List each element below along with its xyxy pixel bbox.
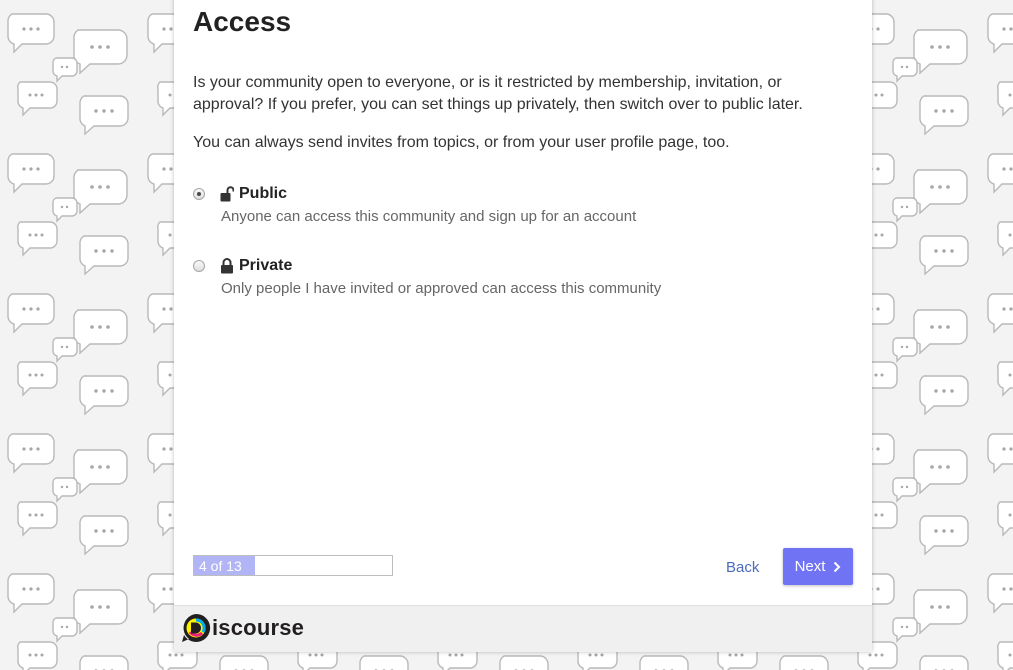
option-public-description: Anyone can access this community and sig…: [221, 208, 637, 225]
invite-hint: You can always send invites from topics,…: [193, 134, 730, 151]
option-public-title: Public: [239, 185, 288, 202]
private-radio[interactable]: [193, 260, 205, 272]
chevron-right-icon: [834, 561, 841, 572]
option-public-header: Public: [220, 185, 287, 203]
discourse-logo-icon: [182, 613, 211, 642]
step-title: Access: [193, 6, 292, 37]
next-button[interactable]: Next: [783, 548, 853, 585]
option-private-title: Private: [239, 257, 293, 274]
unlock-icon: [220, 186, 234, 202]
next-button-label: Next: [794, 558, 826, 575]
option-private-description: Only people I have invited or approved c…: [221, 280, 662, 297]
discourse-logo-text: iscourse: [212, 615, 305, 640]
step-progress-bar: 4 of 13: [193, 555, 393, 576]
back-button[interactable]: Back: [726, 559, 759, 576]
step-description: Is your community open to everyone, or i…: [193, 74, 803, 113]
wizard-footer: iscourse: [174, 605, 872, 652]
public-radio[interactable]: [193, 188, 205, 200]
progress-label: 4 of 13: [199, 558, 242, 574]
discourse-logo: iscourse: [181, 613, 304, 643]
option-private-header: Private: [220, 257, 292, 275]
lock-icon: [221, 258, 233, 274]
wizard-panel: Access Is your community open to everyon…: [174, 0, 872, 652]
